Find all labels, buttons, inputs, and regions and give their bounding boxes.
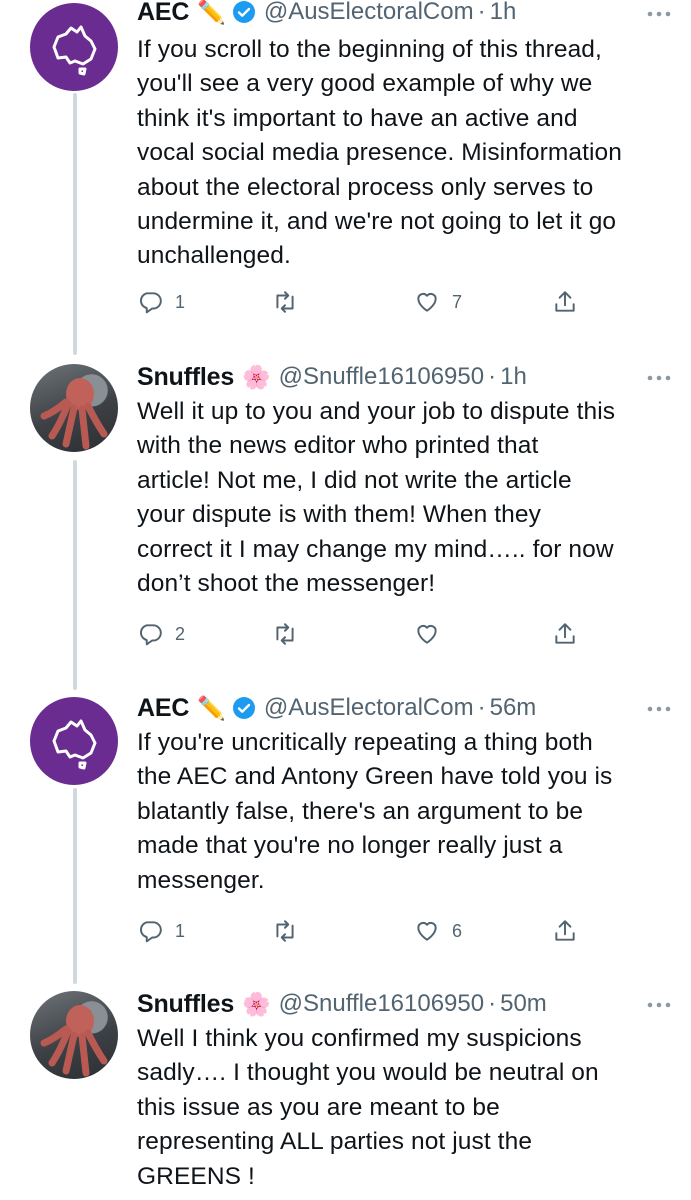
tweet-actions: 2 bbox=[137, 619, 597, 649]
separator-dot: · bbox=[477, 694, 486, 721]
user-handle[interactable]: @AusElectoralCom bbox=[264, 694, 474, 722]
reply-count: 1 bbox=[175, 291, 186, 312]
retweet-button[interactable] bbox=[272, 287, 310, 317]
separator-dot: · bbox=[488, 990, 497, 1017]
like-count: 7 bbox=[452, 291, 463, 312]
user-handle[interactable]: @AusElectoralCom bbox=[264, 0, 474, 26]
more-options-icon[interactable] bbox=[645, 373, 673, 383]
avatar[interactable] bbox=[30, 991, 118, 1079]
name-emoji: 🌸 bbox=[242, 990, 271, 1017]
timestamp[interactable]: 1h bbox=[500, 363, 527, 391]
reply-count: 2 bbox=[175, 623, 186, 644]
share-icon bbox=[555, 291, 575, 312]
more-options-icon[interactable] bbox=[645, 9, 673, 19]
display-name[interactable]: Snuffles bbox=[137, 990, 234, 1019]
verified-badge-icon bbox=[232, 1, 255, 23]
retweet-button[interactable] bbox=[272, 619, 310, 649]
timestamp[interactable]: 56m bbox=[490, 694, 537, 722]
tweet[interactable]: Snuffles 🌸 @Snuffle16106950 · 1h Well it… bbox=[0, 355, 691, 675]
tweet-header: Snuffles 🌸 @Snuffle16106950 · 50m bbox=[137, 986, 547, 1022]
separator-dot: · bbox=[488, 363, 497, 390]
avatar[interactable] bbox=[30, 364, 118, 452]
tweet-header: AEC ✏️ @AusElectoralCom · 1h bbox=[137, 0, 516, 30]
display-name[interactable]: Snuffles bbox=[137, 363, 234, 392]
like-button[interactable]: 6 bbox=[414, 916, 462, 946]
tweet[interactable]: Snuffles 🌸 @Snuffle16106950 · 50m Well I… bbox=[0, 984, 691, 1200]
share-button[interactable] bbox=[552, 916, 578, 946]
reply-count: 1 bbox=[175, 920, 186, 941]
octopus-plush-photo bbox=[40, 1005, 108, 1077]
like-button[interactable]: 7 bbox=[414, 287, 462, 317]
name-emoji: ✏️ bbox=[197, 694, 226, 721]
reply-icon bbox=[140, 292, 162, 314]
like-button[interactable] bbox=[414, 619, 452, 649]
tweet-actions: 1 7 bbox=[137, 287, 597, 317]
heart-icon bbox=[417, 292, 437, 312]
avatar[interactable] bbox=[30, 697, 118, 785]
reply-icon bbox=[140, 921, 162, 943]
timestamp[interactable]: 50m bbox=[500, 990, 547, 1018]
tweet-text: Well it up to you and your job to disput… bbox=[137, 398, 616, 598]
retweet-icon bbox=[276, 291, 294, 313]
tweet[interactable]: AEC ✏️ @AusElectoralCom · 56m If you're … bbox=[0, 686, 691, 976]
heart-icon bbox=[417, 624, 437, 644]
share-icon bbox=[555, 623, 575, 644]
display-name[interactable]: AEC bbox=[137, 694, 189, 723]
octopus-plush-photo bbox=[40, 378, 108, 450]
tweet-text: Well I think you confirmed my suspicions… bbox=[137, 1025, 599, 1190]
retweet-icon bbox=[276, 623, 294, 645]
tweet-header: AEC ✏️ @AusElectoralCom · 56m bbox=[137, 690, 536, 726]
tweet-text: If you're uncritically repeating a thing… bbox=[137, 729, 613, 894]
timestamp[interactable]: 1h bbox=[490, 0, 517, 26]
more-options-icon[interactable] bbox=[645, 1000, 673, 1010]
user-handle[interactable]: @Snuffle16106950 bbox=[279, 363, 484, 391]
tweet[interactable]: AEC ✏️ @AusElectoralCom · 1h If you scro… bbox=[0, 0, 691, 350]
name-emoji: 🌸 bbox=[242, 363, 271, 390]
display-name[interactable]: AEC bbox=[137, 0, 189, 27]
avatar[interactable] bbox=[30, 3, 118, 91]
more-options-icon[interactable] bbox=[645, 704, 673, 714]
tweet-header: Snuffles 🌸 @Snuffle16106950 · 1h bbox=[137, 359, 527, 395]
share-button[interactable] bbox=[552, 619, 578, 649]
reply-button[interactable]: 1 bbox=[137, 287, 185, 317]
heart-icon bbox=[417, 921, 437, 941]
reply-icon bbox=[140, 624, 162, 646]
australia-map-icon bbox=[52, 25, 97, 76]
reply-button[interactable]: 2 bbox=[137, 619, 185, 649]
share-icon bbox=[555, 920, 575, 941]
separator-dot: · bbox=[477, 0, 486, 25]
retweet-icon bbox=[276, 920, 294, 942]
reply-button[interactable]: 1 bbox=[137, 916, 185, 946]
share-button[interactable] bbox=[552, 287, 578, 317]
name-emoji: ✏️ bbox=[197, 0, 226, 25]
tweet-text: If you scroll to the beginning of this t… bbox=[137, 36, 622, 270]
australia-map-icon bbox=[52, 719, 97, 770]
user-handle[interactable]: @Snuffle16106950 bbox=[279, 990, 484, 1018]
retweet-button[interactable] bbox=[272, 916, 310, 946]
verified-badge-icon bbox=[232, 697, 255, 719]
tweet-actions: 1 6 bbox=[137, 916, 597, 946]
like-count: 6 bbox=[452, 920, 463, 941]
